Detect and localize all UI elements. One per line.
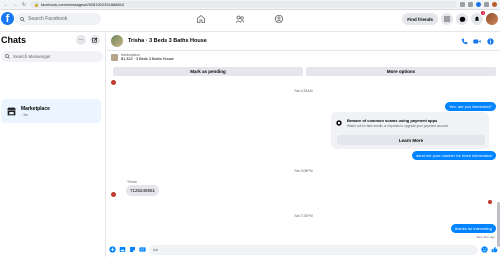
svg-text:GIF: GIF (140, 249, 145, 252)
phone-call-icon[interactable] (460, 37, 468, 45)
listing-price[interactable]: $1,324 · 3 Beds 3 Baths House (121, 57, 174, 61)
warning-shield-icon (336, 120, 342, 126)
learn-more-button[interactable]: Learn More (337, 135, 485, 145)
marketplace-shop-icon (5, 105, 17, 117)
chat-subtitle: · 3m (21, 112, 28, 117)
outgoing-message[interactable]: send me your number for more information (412, 151, 496, 160)
find-friends-button[interactable]: Find friends (402, 13, 438, 25)
home-tab-icon[interactable] (195, 13, 207, 25)
chats-sidebar: Chats ··· Search Messenger Marketplace ·… (0, 32, 106, 257)
messenger-icon[interactable] (456, 13, 468, 25)
sender-name: Trisha (127, 180, 137, 184)
notification-badge: 1 (481, 11, 485, 15)
back-icon[interactable]: ← (3, 2, 9, 8)
url-text: facebook.com/messages/t/9281902391868810 (40, 2, 125, 7)
browser-profile-avatar[interactable] (492, 2, 497, 7)
outgoing-message[interactable]: thanks for interesting (450, 224, 496, 233)
facebook-search-input[interactable]: Search Facebook (15, 13, 101, 25)
listing-card: Marketplace $1,324 · 3 Beds 3 Baths Hous… (111, 53, 496, 78)
emoji-icon[interactable] (481, 246, 488, 253)
menu-icon[interactable] (484, 2, 489, 7)
chats-title: Chats (1, 35, 27, 45)
image-icon[interactable] (119, 246, 126, 253)
facebook-navbar: f Search Facebook Find friends 1 (0, 10, 500, 32)
message-timestamp: Sat 3:08PM (294, 169, 313, 173)
messenger-search-input[interactable]: Search Messenger (1, 51, 103, 62)
sender-avatar[interactable] (111, 192, 116, 197)
chat-list-item[interactable]: Marketplace · 3m (1, 99, 101, 123)
gif-icon[interactable]: GIF (139, 246, 146, 253)
forward-icon[interactable]: → (12, 2, 18, 8)
mark-as-pending-button[interactable]: Mark as pending (113, 67, 303, 76)
scam-warning-text: Watch out for fake emails or requests to… (347, 124, 449, 128)
new-message-icon[interactable] (90, 35, 100, 45)
scam-warning-title: Beware of common scams using payment app… (347, 118, 438, 123)
extension-icon[interactable] (460, 2, 465, 7)
address-bar[interactable]: 🔒 facebook.com/messages/t/92819023918688… (30, 1, 457, 8)
conversation-title[interactable]: Trisha · 3 Beds 3 Baths House (128, 38, 207, 44)
notifications-bell-icon[interactable]: 1 (471, 11, 485, 25)
search-icon (20, 16, 25, 22)
incoming-message[interactable]: 7125246951 (126, 185, 160, 196)
profile-sync-icon[interactable] (476, 2, 481, 7)
conversation-panel: Trisha · 3 Beds 3 Baths House Marketplac… (107, 32, 500, 257)
chat-name: Marketplace (21, 105, 50, 112)
message-composer: GIF Aa (107, 242, 500, 257)
info-icon[interactable] (486, 37, 494, 45)
seen-status: Sent 11m ago (476, 235, 495, 239)
friends-tab-icon[interactable] (234, 13, 246, 25)
thumbs-up-icon[interactable] (491, 246, 498, 253)
more-options-icon[interactable]: ··· (76, 35, 86, 45)
extension-icon[interactable] (468, 2, 473, 7)
search-placeholder: Search Messenger (13, 54, 51, 59)
account-avatar[interactable] (486, 13, 498, 25)
more-options-button[interactable]: More options (306, 67, 496, 76)
lock-icon: 🔒 (34, 2, 39, 7)
message-input-placeholder: Aa (153, 247, 158, 252)
search-icon (5, 54, 10, 59)
seen-avatar (488, 200, 492, 204)
conversation-header: Trisha · 3 Beds 3 Baths House (107, 32, 500, 51)
outgoing-message[interactable]: Yes, are you interested? (445, 102, 496, 111)
listing-thumbnail[interactable] (111, 53, 118, 61)
browser-toolbar: ← → ↻ 🔒 facebook.com/messages/t/92819023… (0, 0, 500, 10)
sender-avatar[interactable] (111, 80, 116, 85)
video-call-icon[interactable] (473, 37, 481, 45)
sticker-icon[interactable] (129, 246, 136, 253)
groups-tab-icon[interactable] (273, 13, 285, 25)
message-timestamp: Sat 7:25PM (294, 214, 313, 218)
plus-circle-icon[interactable] (109, 246, 116, 253)
search-placeholder: Search Facebook (28, 16, 68, 22)
reload-icon[interactable]: ↻ (21, 2, 27, 8)
listing-avatar[interactable] (111, 35, 123, 47)
scam-warning-card: Beware of common scams using payment app… (331, 112, 489, 149)
message-timestamp: Sat 4:25AM (294, 89, 313, 93)
message-input[interactable]: Aa (149, 244, 478, 255)
menu-grid-icon[interactable] (441, 13, 453, 25)
facebook-logo[interactable]: f (1, 12, 14, 25)
